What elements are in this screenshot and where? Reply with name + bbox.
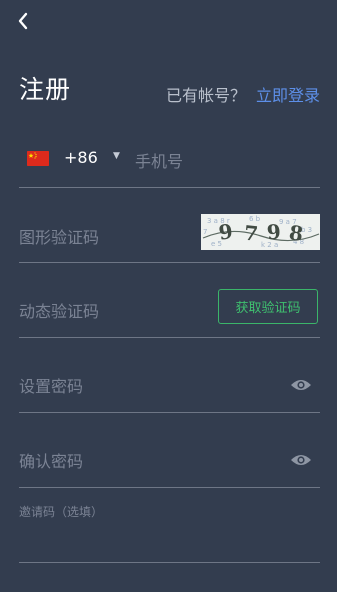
phone-input[interactable]: 手机号 xyxy=(135,148,183,172)
svg-text:7: 7 xyxy=(243,221,259,246)
page-title: 注册 xyxy=(19,75,72,104)
password-divider xyxy=(19,412,320,413)
login-link[interactable]: 立即登录 xyxy=(256,82,320,106)
eye-icon[interactable] xyxy=(290,378,312,392)
country-code[interactable]: +86 xyxy=(64,148,98,167)
invite-code-label: 邀请码（选填） xyxy=(19,505,104,519)
eye-icon[interactable] xyxy=(290,453,312,467)
invite-code-divider xyxy=(19,562,320,563)
sms-captcha-divider xyxy=(19,337,320,338)
login-prompt: 已有帐号？ 立即登录 xyxy=(166,82,320,106)
captcha-image[interactable]: 3 a 8 r6 b9 a 7 e 5k 2 a4 8 b 37 9 7 9 8 xyxy=(201,214,320,250)
back-button[interactable] xyxy=(12,10,34,32)
get-sms-code-button[interactable]: 获取验证码 xyxy=(218,289,318,324)
china-flag-icon[interactable] xyxy=(27,151,49,166)
sms-captcha-input[interactable]: 动态验证码 xyxy=(19,298,99,322)
image-captcha-divider xyxy=(19,262,320,263)
password-input[interactable]: 设置密码 xyxy=(19,373,83,397)
image-captcha-input[interactable]: 图形验证码 xyxy=(19,224,99,248)
has-account-text: 已有帐号？ xyxy=(165,86,246,105)
confirm-password-input[interactable]: 确认密码 xyxy=(19,448,83,472)
caret-down-icon[interactable]: ▼ xyxy=(113,151,120,161)
confirm-password-divider xyxy=(19,487,320,488)
svg-text:7: 7 xyxy=(203,228,207,236)
svg-text:9: 9 xyxy=(266,219,282,244)
invite-code-input[interactable] xyxy=(19,520,320,560)
phone-divider xyxy=(19,187,320,188)
chevron-left-icon xyxy=(18,12,28,30)
